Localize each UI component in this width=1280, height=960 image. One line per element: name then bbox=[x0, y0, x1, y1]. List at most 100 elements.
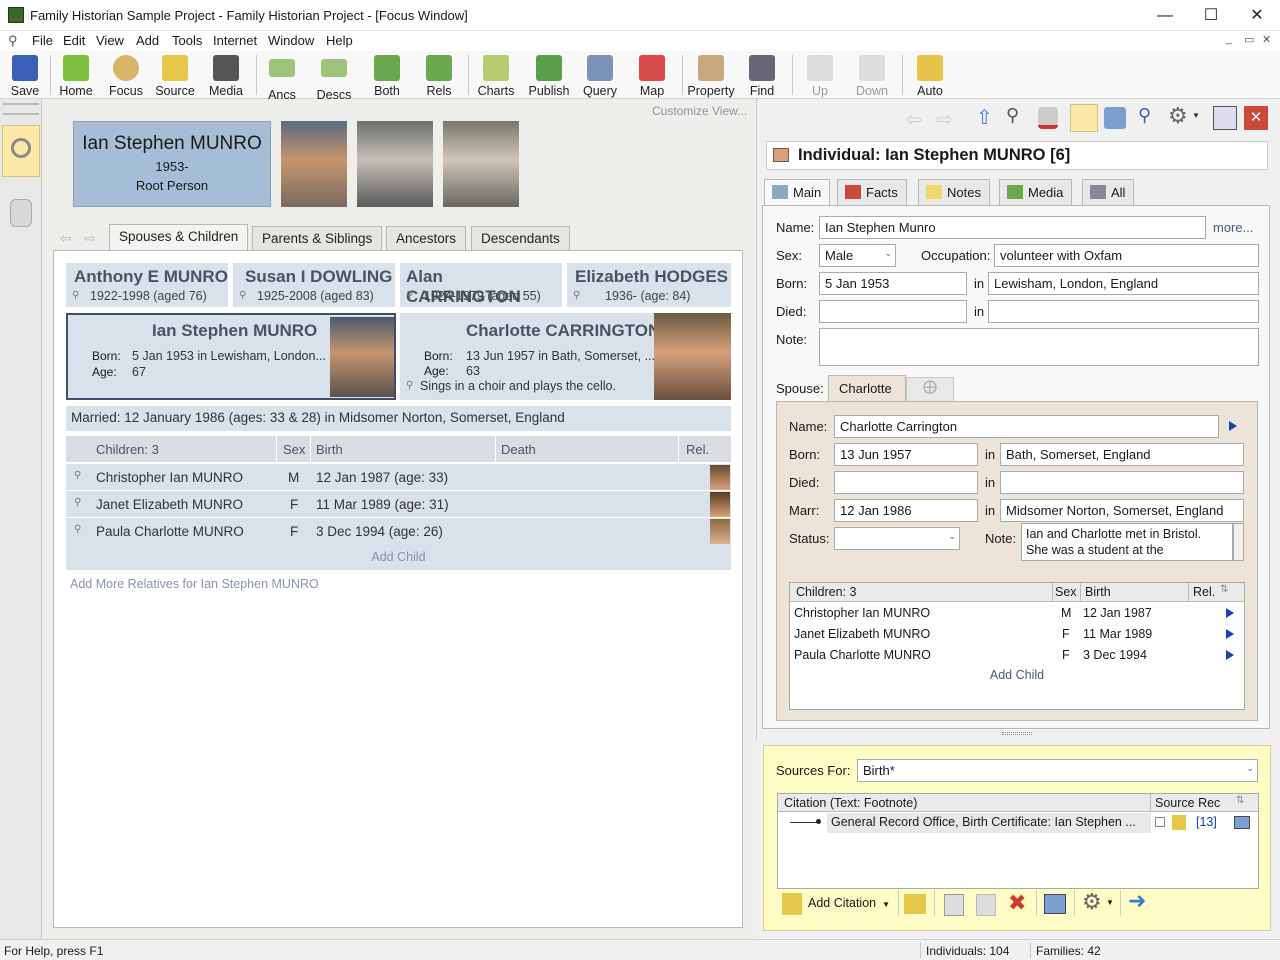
mdi-minimize-button[interactable]: _ bbox=[1226, 33, 1232, 45]
customize-view-link[interactable]: Customize View... bbox=[652, 104, 747, 118]
tab-descendants[interactable]: Descendants bbox=[471, 226, 570, 250]
records-view-tab[interactable] bbox=[10, 199, 32, 227]
table-row[interactable]: ⚲ Paula Charlotte MUNRO F 3 Dec 1994 (ag… bbox=[66, 517, 731, 544]
parent-card[interactable]: Alan CARRINGTON ⚲ 1924-1979 (aged 55) bbox=[400, 263, 562, 307]
portrait-photo[interactable] bbox=[281, 121, 347, 207]
note-field[interactable] bbox=[819, 328, 1259, 366]
publish-button[interactable]: Publish bbox=[526, 51, 572, 99]
copy-icon[interactable] bbox=[944, 894, 964, 916]
record-icon[interactable] bbox=[1104, 107, 1126, 129]
died-date-field[interactable] bbox=[819, 300, 967, 323]
search-icon[interactable]: ⚲ bbox=[1006, 105, 1019, 126]
delete-icon[interactable]: ✖ bbox=[1008, 890, 1026, 916]
auto-button[interactable]: Auto bbox=[910, 51, 950, 99]
tab-spouses-children[interactable]: Spouses & Children bbox=[109, 224, 249, 250]
search-icon[interactable]: ⚲ bbox=[72, 290, 79, 301]
menu-view[interactable]: View bbox=[96, 33, 124, 48]
more-link[interactable]: more... bbox=[1213, 220, 1253, 235]
source-button[interactable]: Source bbox=[152, 51, 198, 99]
spouse-name-field[interactable]: Charlotte Carrington bbox=[834, 415, 1219, 438]
search-icon[interactable]: ⚲ bbox=[74, 497, 81, 508]
home-button[interactable]: Home bbox=[54, 51, 98, 99]
focus-view-tab[interactable] bbox=[2, 125, 40, 177]
go-arrow-icon[interactable] bbox=[1229, 421, 1237, 431]
status-select[interactable]: ⌄ bbox=[834, 527, 960, 550]
sources-icon[interactable] bbox=[1070, 104, 1098, 132]
occupation-field[interactable]: volunteer with Oxfam bbox=[994, 244, 1259, 267]
chevron-down-icon[interactable]: ▼ bbox=[1192, 111, 1200, 120]
go-arrow-icon[interactable] bbox=[1226, 608, 1234, 618]
maximize-button[interactable]: ☐ bbox=[1188, 0, 1234, 31]
menu-file[interactable]: File bbox=[32, 33, 53, 48]
menu-add[interactable]: Add bbox=[136, 33, 159, 48]
tab-main[interactable]: Main bbox=[764, 179, 831, 205]
menu-internet[interactable]: Internet bbox=[213, 33, 257, 48]
citation-row[interactable]: General Record Office, Birth Certificate… bbox=[778, 813, 1258, 833]
menu-window[interactable]: Window bbox=[268, 33, 314, 48]
spouse-born-place-field[interactable]: Bath, Somerset, England bbox=[1000, 443, 1244, 466]
tab-parents-siblings[interactable]: Parents & Siblings bbox=[252, 226, 383, 250]
chevron-down-icon[interactable]: ▼ bbox=[1106, 898, 1114, 907]
childhood-photo-2[interactable] bbox=[443, 121, 519, 207]
search-icon[interactable]: ⚲ bbox=[573, 290, 580, 301]
search-icon[interactable]: ⚲ bbox=[74, 470, 81, 481]
list-item[interactable]: Paula Charlotte MUNRO F 3 Dec 1994 bbox=[790, 645, 1244, 666]
parent-card[interactable]: Elizabeth HODGES ⚲ 1936- (age: 84) bbox=[567, 263, 731, 307]
search-icon[interactable]: ⚲ bbox=[406, 380, 413, 391]
marriage-bar[interactable]: Married: 12 January 1986 (ages: 33 & 28)… bbox=[66, 406, 731, 431]
paste-icon[interactable] bbox=[976, 894, 996, 916]
property-button[interactable]: Property bbox=[686, 51, 736, 99]
parent-card[interactable]: Susan I DOWLING ⚲ 1925-2008 (aged 83) bbox=[233, 263, 395, 307]
close-icon[interactable]: ✕ bbox=[1244, 106, 1268, 130]
menu-tools[interactable]: Tools bbox=[172, 33, 202, 48]
add-child-link[interactable]: Add Child bbox=[790, 668, 1244, 682]
mdi-close-button[interactable]: ✕ bbox=[1262, 33, 1271, 46]
back-arrow-icon[interactable]: ⇦ bbox=[60, 230, 72, 247]
pin-icon[interactable]: ⚲ bbox=[1138, 105, 1151, 126]
splitter-grip[interactable] bbox=[1002, 732, 1032, 735]
spouse-card[interactable]: Charlotte CARRINGTON Born: 13 Jun 1957 i… bbox=[400, 313, 731, 400]
spouse-died-field[interactable] bbox=[834, 471, 978, 494]
gear-icon[interactable]: ⚙ bbox=[1168, 103, 1188, 129]
query-button[interactable]: Query bbox=[578, 51, 622, 99]
forward-arrow-icon[interactable]: ⇨ bbox=[936, 107, 953, 132]
tab-media[interactable]: Media bbox=[999, 179, 1073, 205]
up-arrow-icon[interactable]: ⇧ bbox=[976, 105, 993, 130]
up-button[interactable]: Up bbox=[800, 51, 840, 99]
name-field[interactable]: Ian Stephen Munro bbox=[819, 216, 1206, 239]
root-person-card[interactable]: Ian Stephen MUNRO 1953- Root Person bbox=[73, 121, 271, 207]
spouse-born-field[interactable]: 13 Jun 1957 bbox=[834, 443, 978, 466]
find-button[interactable]: Find bbox=[742, 51, 782, 99]
sort-icon[interactable]: ⇅ bbox=[1220, 584, 1228, 595]
list-item[interactable]: Janet Elizabeth MUNRO F 11 Mar 1989 bbox=[790, 624, 1244, 645]
add-more-relatives-link[interactable]: Add More Relatives for Ian Stephen MUNRO bbox=[70, 577, 319, 591]
gear-icon[interactable]: ⚙ bbox=[1082, 889, 1102, 915]
database-icon[interactable] bbox=[1038, 107, 1058, 129]
record-icon[interactable] bbox=[1044, 894, 1066, 914]
menu-help[interactable]: Help bbox=[326, 33, 353, 48]
spouse-note-field[interactable]: Ian and Charlotte met in Bristol. She wa… bbox=[1021, 523, 1233, 561]
tab-ancestors[interactable]: Ancestors bbox=[386, 226, 467, 250]
go-arrow-icon[interactable] bbox=[1226, 629, 1234, 639]
marriage-date-field[interactable]: 12 Jan 1986 bbox=[834, 499, 978, 522]
born-place-field[interactable]: Lewisham, London, England bbox=[988, 272, 1259, 295]
menu-edit[interactable]: Edit bbox=[63, 33, 85, 48]
descendants-button[interactable]: Descs bbox=[313, 51, 355, 102]
down-button[interactable]: Down bbox=[852, 51, 892, 99]
table-row[interactable]: ⚲ Janet Elizabeth MUNRO F 11 Mar 1989 (a… bbox=[66, 490, 731, 517]
childhood-photo[interactable] bbox=[357, 121, 433, 207]
ancestors-button[interactable]: Ancs bbox=[262, 51, 302, 102]
search-icon[interactable]: ⚲ bbox=[406, 290, 413, 301]
media-button[interactable]: Media bbox=[203, 51, 249, 99]
sources-icon[interactable] bbox=[904, 894, 926, 914]
add-spouse-tab[interactable]: ⨁ bbox=[906, 377, 954, 401]
add-citation-button[interactable]: Add Citation ▼ bbox=[778, 890, 894, 917]
died-place-field[interactable] bbox=[988, 300, 1259, 323]
add-child-button[interactable]: Add Child bbox=[66, 544, 731, 570]
list-item[interactable]: Christopher Ian MUNRO M 12 Jan 1987 bbox=[790, 603, 1244, 624]
tab-facts[interactable]: Facts bbox=[837, 179, 907, 205]
note-expand-button[interactable] bbox=[1233, 523, 1244, 561]
tab-notes[interactable]: Notes bbox=[918, 179, 990, 205]
mdi-restore-button[interactable]: ▭ bbox=[1244, 33, 1254, 46]
source-rec-id[interactable]: [13] bbox=[1196, 815, 1217, 829]
